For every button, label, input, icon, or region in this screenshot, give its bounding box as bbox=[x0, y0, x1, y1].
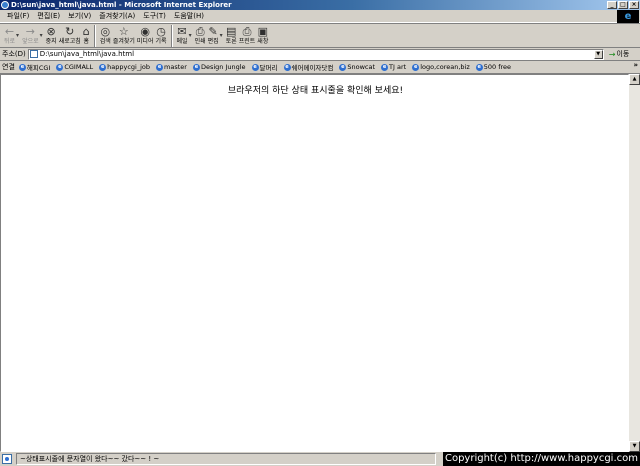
discuss-icon: ▤ bbox=[226, 25, 237, 38]
toolbar-separator bbox=[93, 25, 96, 47]
back-button[interactable]: ← 뒤로 bbox=[4, 24, 15, 48]
ie-link-icon: e bbox=[412, 63, 420, 71]
vertical-scrollbar[interactable]: ▲ ▼ bbox=[629, 74, 640, 452]
page-content: 브라우저의 하단 상태 표시줄을 확인해 보세요! bbox=[0, 74, 629, 452]
mail-icon: ✉ bbox=[177, 25, 187, 38]
ie-link-icon: e bbox=[251, 63, 259, 71]
scroll-up-arrow-icon[interactable]: ▲ bbox=[629, 74, 640, 85]
stop-button[interactable]: ⊗ 중지 bbox=[46, 24, 57, 48]
edit-dropdown-icon[interactable]: ▾ bbox=[220, 32, 223, 39]
link-item[interactable]: e 쉐어메이자닷컴 bbox=[283, 62, 333, 72]
ie-link-icon: e bbox=[381, 63, 389, 71]
ie-link-icon: e bbox=[156, 63, 164, 71]
menu-favorites[interactable]: 즐겨찾기(A) bbox=[95, 11, 139, 21]
ie-link-icon: e bbox=[192, 63, 200, 71]
page-message: 브라우저의 하단 상태 표시줄을 확인해 보세요! bbox=[227, 86, 404, 96]
ie-throbber-logo-icon: e bbox=[617, 10, 639, 23]
links-label: 연결 bbox=[2, 63, 15, 71]
page-icon bbox=[29, 50, 38, 58]
history-icon: ◷ bbox=[156, 25, 166, 38]
minimize-button[interactable]: _ bbox=[607, 1, 617, 9]
address-input[interactable]: D:\sun\java_html\java.html ▼ bbox=[27, 48, 604, 60]
refresh-button[interactable]: ↻ 새로고침 bbox=[59, 24, 81, 48]
ie-app-icon bbox=[1, 1, 9, 9]
back-arrow-icon: ← bbox=[4, 25, 15, 38]
window-controls: _ □ × bbox=[607, 1, 639, 9]
links-more-button[interactable]: » bbox=[633, 61, 638, 69]
menu-bar: 파일(F) 편집(E) 보기(V) 즐겨찾기(A) 도구(T) 도움말(H) e bbox=[0, 10, 640, 23]
printer-icon: ⎙ bbox=[242, 25, 252, 38]
link-item[interactable]: e 해피CGI bbox=[18, 62, 50, 72]
ie-link-icon: e bbox=[18, 63, 26, 71]
link-item[interactable]: e Snowcat bbox=[339, 63, 375, 71]
standard-toolbar: ← 뒤로 ▾ → 앞으로 ▾ ⊗ 중지 ↻ 새로고침 ⌂ 홈 ◎ 검색 ☆ 즐겨… bbox=[0, 23, 640, 48]
new-window-icon: ▣ bbox=[257, 25, 269, 38]
printer-button[interactable]: ⎙ 프린트 bbox=[239, 24, 256, 48]
ie-link-icon: e bbox=[283, 63, 291, 71]
mail-dropdown-icon[interactable]: ▾ bbox=[189, 32, 192, 39]
link-item[interactable]: e CGIMALL bbox=[56, 63, 93, 71]
media-button[interactable]: ◉ 미디어 bbox=[137, 24, 154, 48]
stop-icon: ⊗ bbox=[46, 25, 56, 38]
window-title: D:\sun\java_html\java.html - Microsoft I… bbox=[11, 1, 232, 9]
history-button[interactable]: ◷ 기록 bbox=[155, 24, 166, 48]
maximize-button[interactable]: □ bbox=[618, 1, 628, 9]
close-button[interactable]: × bbox=[629, 1, 639, 9]
forward-dropdown-icon[interactable]: ▾ bbox=[40, 32, 43, 39]
forward-arrow-icon: → bbox=[25, 25, 35, 38]
ie-link-icon: e bbox=[56, 63, 64, 71]
search-button[interactable]: ◎ 검색 bbox=[100, 24, 111, 48]
page-status-icon bbox=[2, 454, 12, 464]
home-button[interactable]: ⌂ 홈 bbox=[83, 24, 90, 48]
search-icon: ◎ bbox=[100, 25, 111, 38]
menu-help[interactable]: 도움말(H) bbox=[170, 11, 208, 21]
menu-file[interactable]: 파일(F) bbox=[3, 11, 33, 21]
copyright-overlay: Copyright(c) http://www.happycgi.com bbox=[442, 452, 640, 466]
toolbar-separator bbox=[170, 25, 173, 47]
media-icon: ◉ bbox=[140, 25, 150, 38]
status-text: ~상태표시줄에 문자열이 왔다~~ 갔다~~ ! ~ bbox=[20, 455, 160, 463]
print-icon: ⎙ bbox=[195, 25, 205, 38]
forward-button[interactable]: → 앞으로 bbox=[22, 24, 39, 48]
address-bar: 주소(D) D:\sun\java_html\java.html ▼ → 이동 bbox=[0, 48, 640, 61]
link-item[interactable]: e Design Jungle bbox=[192, 63, 246, 71]
link-item[interactable]: e 500 free bbox=[475, 63, 511, 71]
favorites-folder-icon: ☆ bbox=[118, 25, 129, 38]
ie-link-icon: e bbox=[99, 63, 107, 71]
status-bar: ~상태표시줄에 문자열이 왔다~~ 갔다~~ ! ~ Copyright(c) … bbox=[0, 452, 640, 466]
menu-tools[interactable]: 도구(T) bbox=[139, 11, 170, 21]
discuss-button[interactable]: ▤ 토론 bbox=[226, 24, 237, 48]
link-item[interactable]: e logo,corean,biz bbox=[412, 63, 470, 71]
refresh-icon: ↻ bbox=[65, 25, 75, 38]
menu-view[interactable]: 보기(V) bbox=[64, 11, 95, 21]
ie-link-icon: e bbox=[475, 63, 483, 71]
favorites-button[interactable]: ☆ 즐겨찾기 bbox=[113, 24, 135, 48]
home-icon: ⌂ bbox=[82, 25, 90, 38]
menu-edit[interactable]: 편집(E) bbox=[33, 11, 64, 21]
mail-button[interactable]: ✉ 메일 bbox=[177, 24, 188, 48]
edit-button[interactable]: ✎ 편집 bbox=[208, 24, 219, 48]
go-button[interactable]: → 이동 bbox=[609, 49, 630, 59]
link-item[interactable]: e master bbox=[156, 63, 187, 71]
address-value: D:\sun\java_html\java.html bbox=[39, 50, 135, 58]
status-text-panel: ~상태표시줄에 문자열이 왔다~~ 갔다~~ ! ~ bbox=[16, 453, 436, 465]
address-dropdown-icon[interactable]: ▼ bbox=[593, 49, 603, 59]
go-arrow-icon: → bbox=[608, 49, 616, 59]
back-dropdown-icon[interactable]: ▾ bbox=[16, 32, 19, 39]
title-bar: D:\sun\java_html\java.html - Microsoft I… bbox=[0, 0, 640, 10]
link-item[interactable]: e TJ art bbox=[381, 63, 406, 71]
messenger-button[interactable]: ▣ 새창 bbox=[257, 24, 268, 48]
ie-link-icon: e bbox=[339, 63, 347, 71]
link-item[interactable]: e 달머리 bbox=[251, 62, 278, 72]
print-button[interactable]: ⎙ 인쇄 bbox=[195, 24, 206, 48]
edit-page-icon: ✎ bbox=[208, 25, 218, 38]
scroll-down-arrow-icon[interactable]: ▼ bbox=[629, 441, 640, 452]
address-label: 주소(D) bbox=[2, 50, 26, 58]
links-bar: 연결 e 해피CGI e CGIMALL e happycgi_job e master… bbox=[0, 61, 640, 74]
link-item[interactable]: e happycgi_job bbox=[99, 63, 150, 71]
